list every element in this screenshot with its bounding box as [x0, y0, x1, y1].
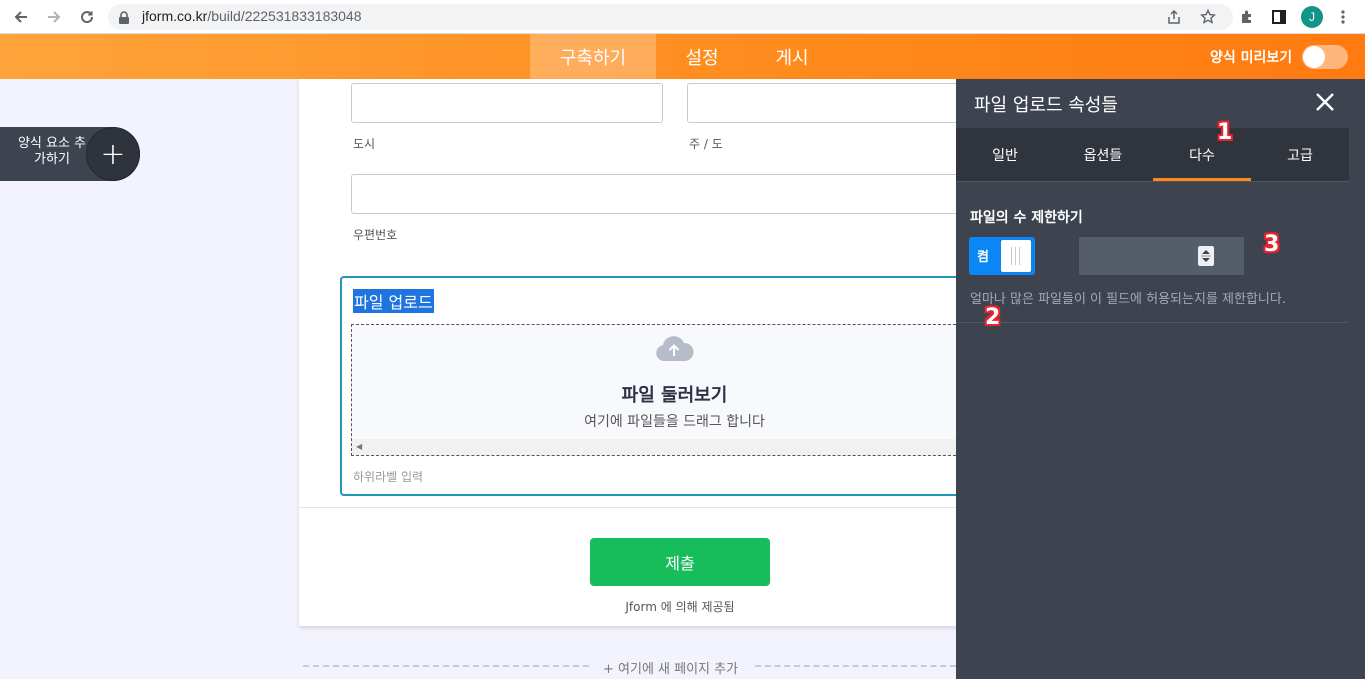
reload-icon[interactable] [76, 6, 98, 28]
extensions-icon[interactable] [1237, 7, 1257, 27]
annotation-2: 2 [985, 305, 1001, 330]
tab-advanced[interactable]: 고급 [1251, 128, 1349, 181]
side-panel-icon[interactable] [1269, 7, 1289, 27]
powered-by-text: Jform 에 의해 제공됨 [625, 600, 735, 614]
bookmark-star-icon[interactable] [1199, 8, 1217, 25]
panel-scrollbar[interactable] [1349, 79, 1365, 679]
add-new-page-label[interactable]: + 여기에 새 페이지 추가 [603, 658, 738, 677]
state-input[interactable] [687, 83, 967, 123]
profile-avatar[interactable]: J [1301, 6, 1323, 28]
tab-multiple[interactable]: 다수 [1153, 128, 1251, 181]
address-bar[interactable]: jform.co.kr/build/222531833183048 [108, 4, 1233, 30]
city-input[interactable] [351, 83, 663, 123]
city-sublabel: 도시 [353, 137, 376, 151]
app-header: 구축하기 설정 게시 양식 미리보기 [0, 34, 1365, 79]
file-dropzone[interactable]: 파일 둘러보기 여기에 파일들을 드래그 합니다 ◀ [351, 324, 972, 456]
stepper-arrows-icon[interactable] [1198, 246, 1214, 266]
url-text: jform.co.kr/build/222531833183048 [142, 8, 362, 24]
limit-files-title: 파일의 수 제한하기 [970, 210, 1083, 226]
cloud-upload-icon [654, 335, 694, 367]
lock-icon [118, 10, 130, 29]
tab-general[interactable]: 일반 [956, 128, 1054, 181]
state-sublabel: 주 / 도 [689, 137, 723, 151]
menu-kebab-icon[interactable] [1333, 7, 1353, 27]
tab-options[interactable]: 옵션들 [1054, 128, 1152, 181]
limit-files-help: 얼마나 많은 파일들이 이 필드에 허용되는지를 제한합니다. [970, 292, 1286, 307]
panel-tabs: 일반 옵션들 다수 고급 [956, 128, 1349, 181]
toggle-on-label: 켬 [977, 250, 989, 265]
browse-files-label[interactable]: 파일 둘러보기 [352, 381, 997, 407]
annotation-3: 3 [1264, 232, 1280, 257]
forward-icon[interactable] [43, 6, 65, 28]
tab-settings[interactable]: 설정 [660, 34, 744, 79]
tab-publish[interactable]: 게시 [750, 34, 834, 79]
tab-build[interactable]: 구축하기 [530, 34, 656, 79]
drag-files-hint: 여기에 파일들을 드래그 합니다 [584, 414, 765, 430]
sublabel-input[interactable]: 하위라벨 입력 [353, 468, 423, 485]
scroll-left-icon[interactable]: ◀ [356, 442, 362, 451]
toggle-handle[interactable] [1001, 240, 1031, 272]
panel-divider [956, 322, 1349, 323]
add-form-element-label: 양식 요소 추가하기 [17, 136, 87, 167]
form-preview-toggle[interactable] [1302, 45, 1348, 69]
close-icon[interactable] [1314, 91, 1336, 113]
properties-panel: 파일 업로드 속성들 일반 옵션들 다수 고급 파일의 수 제한하기 켬 얼마나… [956, 79, 1365, 679]
annotation-1: 1 [1217, 120, 1233, 145]
browser-toolbar: jform.co.kr/build/222531833183048 J [0, 0, 1365, 34]
limit-files-toggle[interactable]: 켬 [969, 237, 1035, 275]
zip-sublabel: 우편번호 [353, 228, 398, 242]
share-icon[interactable] [1166, 9, 1182, 25]
file-upload-title[interactable]: 파일 업로드 [353, 289, 434, 313]
add-form-element-button[interactable]: 양식 요소 추가하기 + [0, 127, 140, 181]
plus-icon[interactable]: + [86, 127, 140, 181]
form-preview-label: 양식 미리보기 [1210, 50, 1293, 66]
panel-divider [956, 181, 1349, 182]
submit-button[interactable]: 제출 [590, 538, 770, 586]
back-icon[interactable] [10, 6, 32, 28]
toggle-knob [1303, 46, 1325, 68]
add-new-page[interactable]: + 여기에 새 페이지 추가 [303, 658, 956, 677]
dashed-line-left [303, 665, 589, 667]
dashed-line-right [755, 665, 956, 667]
form-divider [299, 507, 999, 508]
panel-title: 파일 업로드 속성들 [974, 95, 1118, 116]
dropzone-scrollbar[interactable]: ◀ [352, 439, 972, 455]
file-limit-stepper[interactable] [1079, 237, 1244, 275]
zip-input[interactable] [351, 174, 967, 214]
